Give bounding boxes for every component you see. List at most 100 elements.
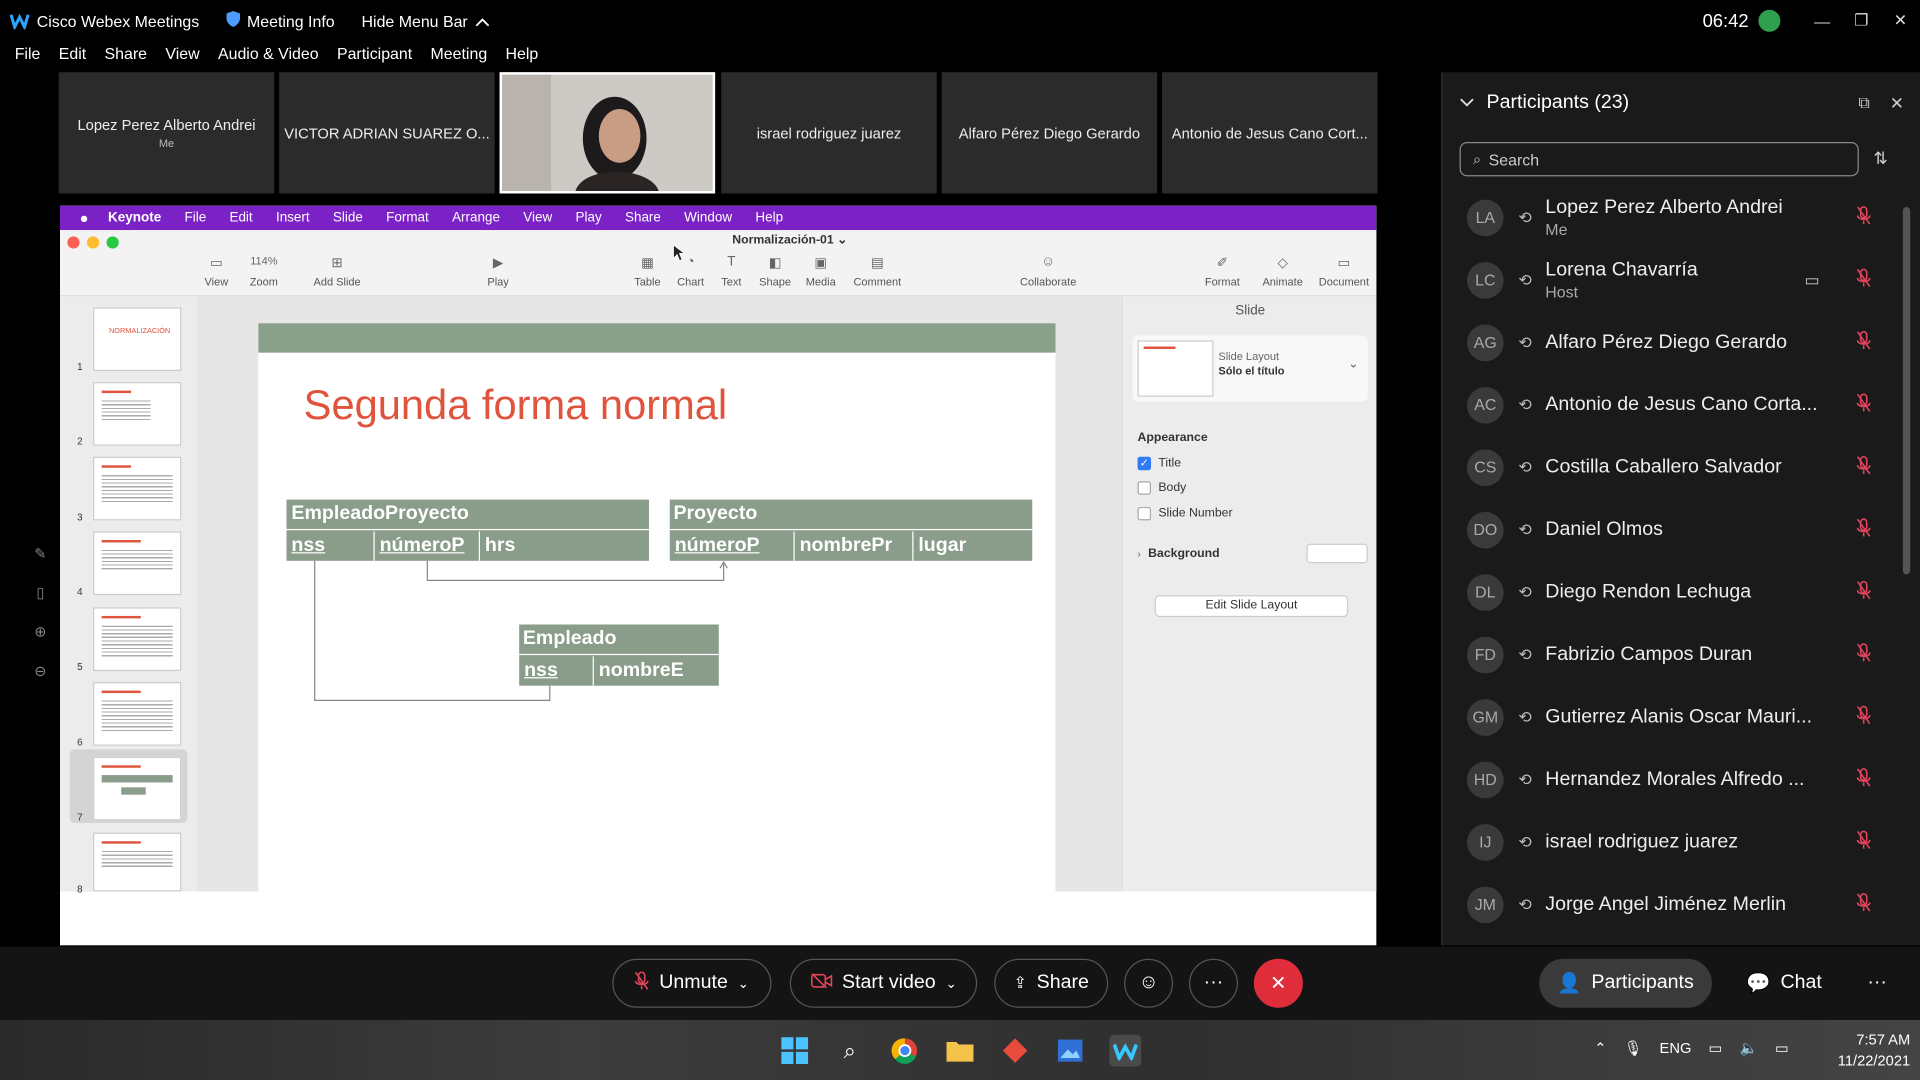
body-checkbox[interactable]: Body <box>1137 481 1186 495</box>
chevron-up-icon[interactable]: ⌃ <box>1594 1040 1606 1057</box>
participant-row[interactable]: AC ⟲ Antonio de Jesus Cano Corta... <box>1442 373 1907 435</box>
participant-row[interactable]: AG ⟲ Alfaro Pérez Diego Gerardo <box>1442 311 1907 373</box>
title-checkbox[interactable]: ✓ Title <box>1137 456 1181 471</box>
microphone-muted-icon[interactable] <box>1856 455 1871 479</box>
video-tile[interactable]: israel rodriguez juarez <box>721 72 937 194</box>
windows-start-icon[interactable] <box>779 1035 811 1067</box>
slide-thumbnail[interactable] <box>93 382 182 446</box>
taskbar-clock[interactable]: 7:57 AM 11/22/2021 <box>1812 1030 1910 1072</box>
language-indicator[interactable]: ENG <box>1660 1040 1692 1057</box>
scrollbar[interactable] <box>1902 195 1911 930</box>
mac-menu-window[interactable]: Window <box>684 211 732 226</box>
video-tile[interactable]: Alfaro Pérez Diego Gerardo <box>941 72 1158 194</box>
add-slide-button[interactable]: ⊞ Add Slide <box>313 255 360 288</box>
slide-thumbnail[interactable] <box>93 531 182 596</box>
video-tile-active-speaker[interactable] <box>499 72 716 194</box>
zoom-button[interactable]: 114% Zoom <box>250 255 278 288</box>
scrollbar-thumb[interactable] <box>1902 206 1911 575</box>
participant-row[interactable]: CS ⟲ Costilla Caballero Salvador <box>1442 436 1907 498</box>
participant-search-input[interactable]: ⌕ Search <box>1459 142 1859 177</box>
menu-help[interactable]: Help <box>502 44 542 71</box>
webex-taskbar-icon[interactable] <box>1109 1034 1142 1067</box>
share-button[interactable]: ⇪ Share <box>994 958 1109 1008</box>
microphone-muted-icon[interactable] <box>1856 705 1871 728</box>
eraser-icon[interactable]: ▯ <box>36 584 44 601</box>
chevron-down-icon[interactable]: ⌄ <box>738 975 749 992</box>
microphone-icon[interactable]: 🎙 <box>1624 1040 1643 1057</box>
restore-icon[interactable]: ❐ <box>1842 0 1881 42</box>
mac-menu-slide[interactable]: Slide <box>333 211 363 226</box>
zoom-dot-icon[interactable] <box>106 236 119 249</box>
shape-button[interactable]: ◧ Shape <box>759 255 791 288</box>
mac-menu-view[interactable]: View <box>523 211 552 226</box>
file-explorer-icon[interactable] <box>944 1035 976 1067</box>
document-title[interactable]: Normalización-01 ⌄ <box>732 234 847 247</box>
menu-meeting[interactable]: Meeting <box>427 44 491 71</box>
participant-row[interactable]: IJ ⟲ israel rodriguez juarez <box>1442 811 1907 873</box>
mac-menu-keynote[interactable]: Keynote <box>108 211 161 226</box>
meeting-info-button[interactable]: Meeting Info <box>226 11 335 31</box>
minimize-icon[interactable]: — <box>1802 0 1841 42</box>
slide-thumbnail-selected[interactable] <box>93 756 182 821</box>
menu-share[interactable]: Share <box>101 44 151 71</box>
app-red-diamond-icon[interactable] <box>999 1035 1031 1067</box>
mac-menu-play[interactable]: Play <box>575 211 601 226</box>
comment-button[interactable]: ▤ Comment <box>853 255 901 288</box>
mac-menu-format[interactable]: Format <box>386 211 429 226</box>
mac-menu-insert[interactable]: Insert <box>276 211 310 226</box>
microphone-muted-icon[interactable] <box>1856 268 1871 291</box>
close-window-icon[interactable]: ✕ <box>1881 0 1920 42</box>
menu-file[interactable]: File <box>11 44 44 71</box>
menu-view[interactable]: View <box>162 44 204 71</box>
chevron-down-icon[interactable] <box>1460 92 1475 114</box>
chrome-icon[interactable] <box>889 1035 921 1067</box>
slide-thumbnail[interactable] <box>93 607 182 672</box>
start-video-button[interactable]: Start video ⌄ <box>789 958 978 1008</box>
document-button[interactable]: ▭ Document <box>1319 255 1369 288</box>
participants-button[interactable]: 👤 Participants <box>1539 958 1712 1008</box>
pop-out-icon[interactable]: ⧉ <box>1858 93 1869 113</box>
volume-icon[interactable]: 🔈 <box>1740 1040 1758 1057</box>
microphone-muted-icon[interactable] <box>1856 643 1871 666</box>
chat-button[interactable]: 💬 Chat <box>1731 959 1836 1008</box>
text-button[interactable]: T Text <box>721 255 741 288</box>
slide-thumbnail[interactable]: NORMALIZACIÓN <box>93 307 182 372</box>
microphone-muted-icon[interactable] <box>1856 768 1871 791</box>
participant-row[interactable]: GM ⟲ Gutierrez Alanis Oscar Mauri... <box>1442 686 1907 748</box>
chevron-down-icon[interactable]: ⌄ <box>945 975 956 992</box>
mac-menu-help[interactable]: Help <box>755 211 783 226</box>
animate-button[interactable]: ◇ Animate <box>1262 255 1302 288</box>
microphone-muted-icon[interactable] <box>1856 393 1871 416</box>
menu-audio-video[interactable]: Audio & Video <box>214 44 322 71</box>
participant-row[interactable]: JM ⟲ Jorge Angel Jiménez Merlin <box>1442 873 1907 935</box>
participant-row[interactable]: FD ⟲ Fabrizio Campos Duran <box>1442 623 1907 685</box>
video-tile[interactable]: Antonio de Jesus Cano Cort... <box>1162 72 1378 194</box>
slide-thumbnail[interactable] <box>93 682 182 746</box>
battery-icon[interactable]: ▭ <box>1775 1040 1789 1057</box>
microphone-muted-icon[interactable] <box>1856 830 1871 853</box>
participant-row[interactable]: DL ⟲ Diego Rendon Lechuga <box>1442 561 1907 623</box>
close-dot-icon[interactable] <box>67 236 80 249</box>
minimize-dot-icon[interactable] <box>86 236 100 249</box>
mac-menu-share[interactable]: Share <box>625 211 661 226</box>
microphone-muted-icon[interactable] <box>1856 893 1871 916</box>
hide-menu-bar-button[interactable]: Hide Menu Bar <box>362 12 490 30</box>
microphone-muted-icon[interactable] <box>1856 580 1871 603</box>
mac-menu-edit[interactable]: Edit <box>229 211 252 226</box>
zoom-out-icon[interactable]: ⊖ <box>34 662 46 679</box>
more-options-button[interactable]: ··· <box>1188 958 1238 1008</box>
mac-menu-arrange[interactable]: Arrange <box>452 211 500 226</box>
view-button[interactable]: ▭ View <box>204 255 228 288</box>
network-icon[interactable]: ▭ <box>1709 1040 1723 1057</box>
table-button[interactable]: ▦ Table <box>634 255 660 288</box>
slide-thumbnail[interactable] <box>93 832 182 892</box>
mac-menu-file[interactable]: File <box>184 211 206 226</box>
panel-more-button[interactable]: ··· <box>1855 959 1899 1008</box>
background-section[interactable]: › Background <box>1138 547 1220 560</box>
play-button[interactable]: ▶ Play <box>487 255 508 288</box>
photos-icon[interactable] <box>1054 1035 1086 1067</box>
video-tile[interactable]: Lopez Perez Alberto Andrei Me <box>58 72 275 194</box>
unmute-button[interactable]: Unmute ⌄ <box>612 958 772 1008</box>
reactions-button[interactable]: ☺ <box>1124 958 1174 1008</box>
end-call-button[interactable]: ✕ <box>1253 958 1303 1008</box>
